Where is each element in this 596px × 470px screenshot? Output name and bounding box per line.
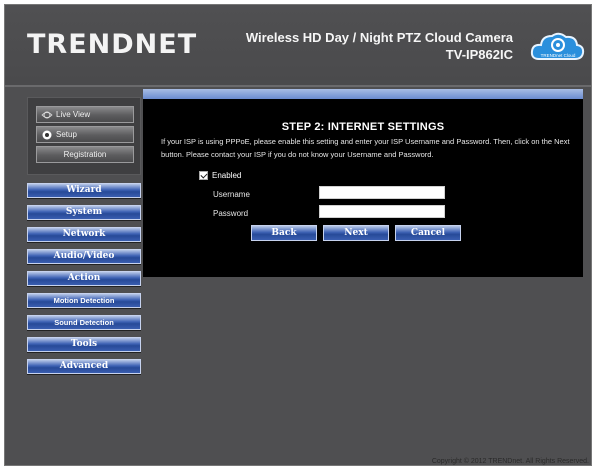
username-input[interactable] bbox=[319, 186, 445, 199]
step-title: STEP 2: INTERNET SETTINGS bbox=[281, 121, 445, 133]
nav-action[interactable]: Action bbox=[27, 271, 141, 286]
enabled-row: Enabled bbox=[199, 171, 241, 180]
copyright-notice: Copyright © 2012 TRENDnet. All Rights Re… bbox=[431, 458, 589, 465]
password-input[interactable] bbox=[319, 205, 445, 218]
setup-label: Setup bbox=[56, 130, 77, 139]
registration-label: Registration bbox=[63, 150, 107, 159]
back-button[interactable]: Back bbox=[251, 225, 317, 241]
nav-advanced[interactable]: Advanced bbox=[27, 359, 141, 374]
nav-system[interactable]: System bbox=[27, 205, 141, 220]
content-top-bar bbox=[143, 89, 583, 99]
next-button[interactable]: Next bbox=[323, 225, 389, 241]
trendnet-logo: TRENDNET bbox=[27, 29, 198, 60]
camera-icon bbox=[41, 109, 53, 121]
setup-button[interactable]: Setup bbox=[36, 126, 134, 143]
quick-access-panel: Live View Setup Registration bbox=[27, 97, 141, 175]
gear-icon bbox=[41, 129, 53, 141]
step-description: If your ISP is using PPPoE, please enabl… bbox=[161, 137, 570, 159]
live-view-button[interactable]: Live View bbox=[36, 106, 134, 123]
header-divider bbox=[5, 85, 591, 87]
password-label: Password bbox=[213, 209, 249, 218]
nav-tools[interactable]: Tools bbox=[27, 337, 141, 352]
nav-audio-video[interactable]: Audio/Video bbox=[27, 249, 141, 264]
product-model: TV-IP862IC bbox=[445, 47, 513, 62]
nav-sound-detection[interactable]: Sound Detection bbox=[27, 315, 141, 330]
nav-network[interactable]: Network bbox=[27, 227, 141, 242]
cancel-button[interactable]: Cancel bbox=[395, 225, 461, 241]
product-name: Wireless HD Day / Night PTZ Cloud Camera bbox=[245, 30, 513, 45]
nav-motion-detection[interactable]: Motion Detection bbox=[27, 293, 141, 308]
enabled-checkbox[interactable] bbox=[199, 171, 208, 180]
cloud-icon: TRENDnet Cloud bbox=[529, 29, 585, 65]
header: TRENDNET Wireless HD Day / Night PTZ Clo… bbox=[5, 5, 591, 85]
username-label: Username bbox=[213, 190, 250, 199]
wizard-step-panel: STEP 2: INTERNET SETTINGS If your ISP is… bbox=[143, 99, 583, 277]
enabled-label: Enabled bbox=[212, 171, 242, 180]
live-view-label: Live View bbox=[56, 110, 91, 119]
cloud-badge-text: TRENDnet Cloud bbox=[541, 53, 576, 58]
product-title: Wireless HD Day / Night PTZ Cloud Camera… bbox=[246, 29, 513, 63]
camera-web-ui: TRENDNET Wireless HD Day / Night PTZ Clo… bbox=[4, 4, 592, 466]
registration-button[interactable]: Registration bbox=[36, 146, 134, 163]
nav-wizard[interactable]: Wizard bbox=[27, 183, 141, 198]
